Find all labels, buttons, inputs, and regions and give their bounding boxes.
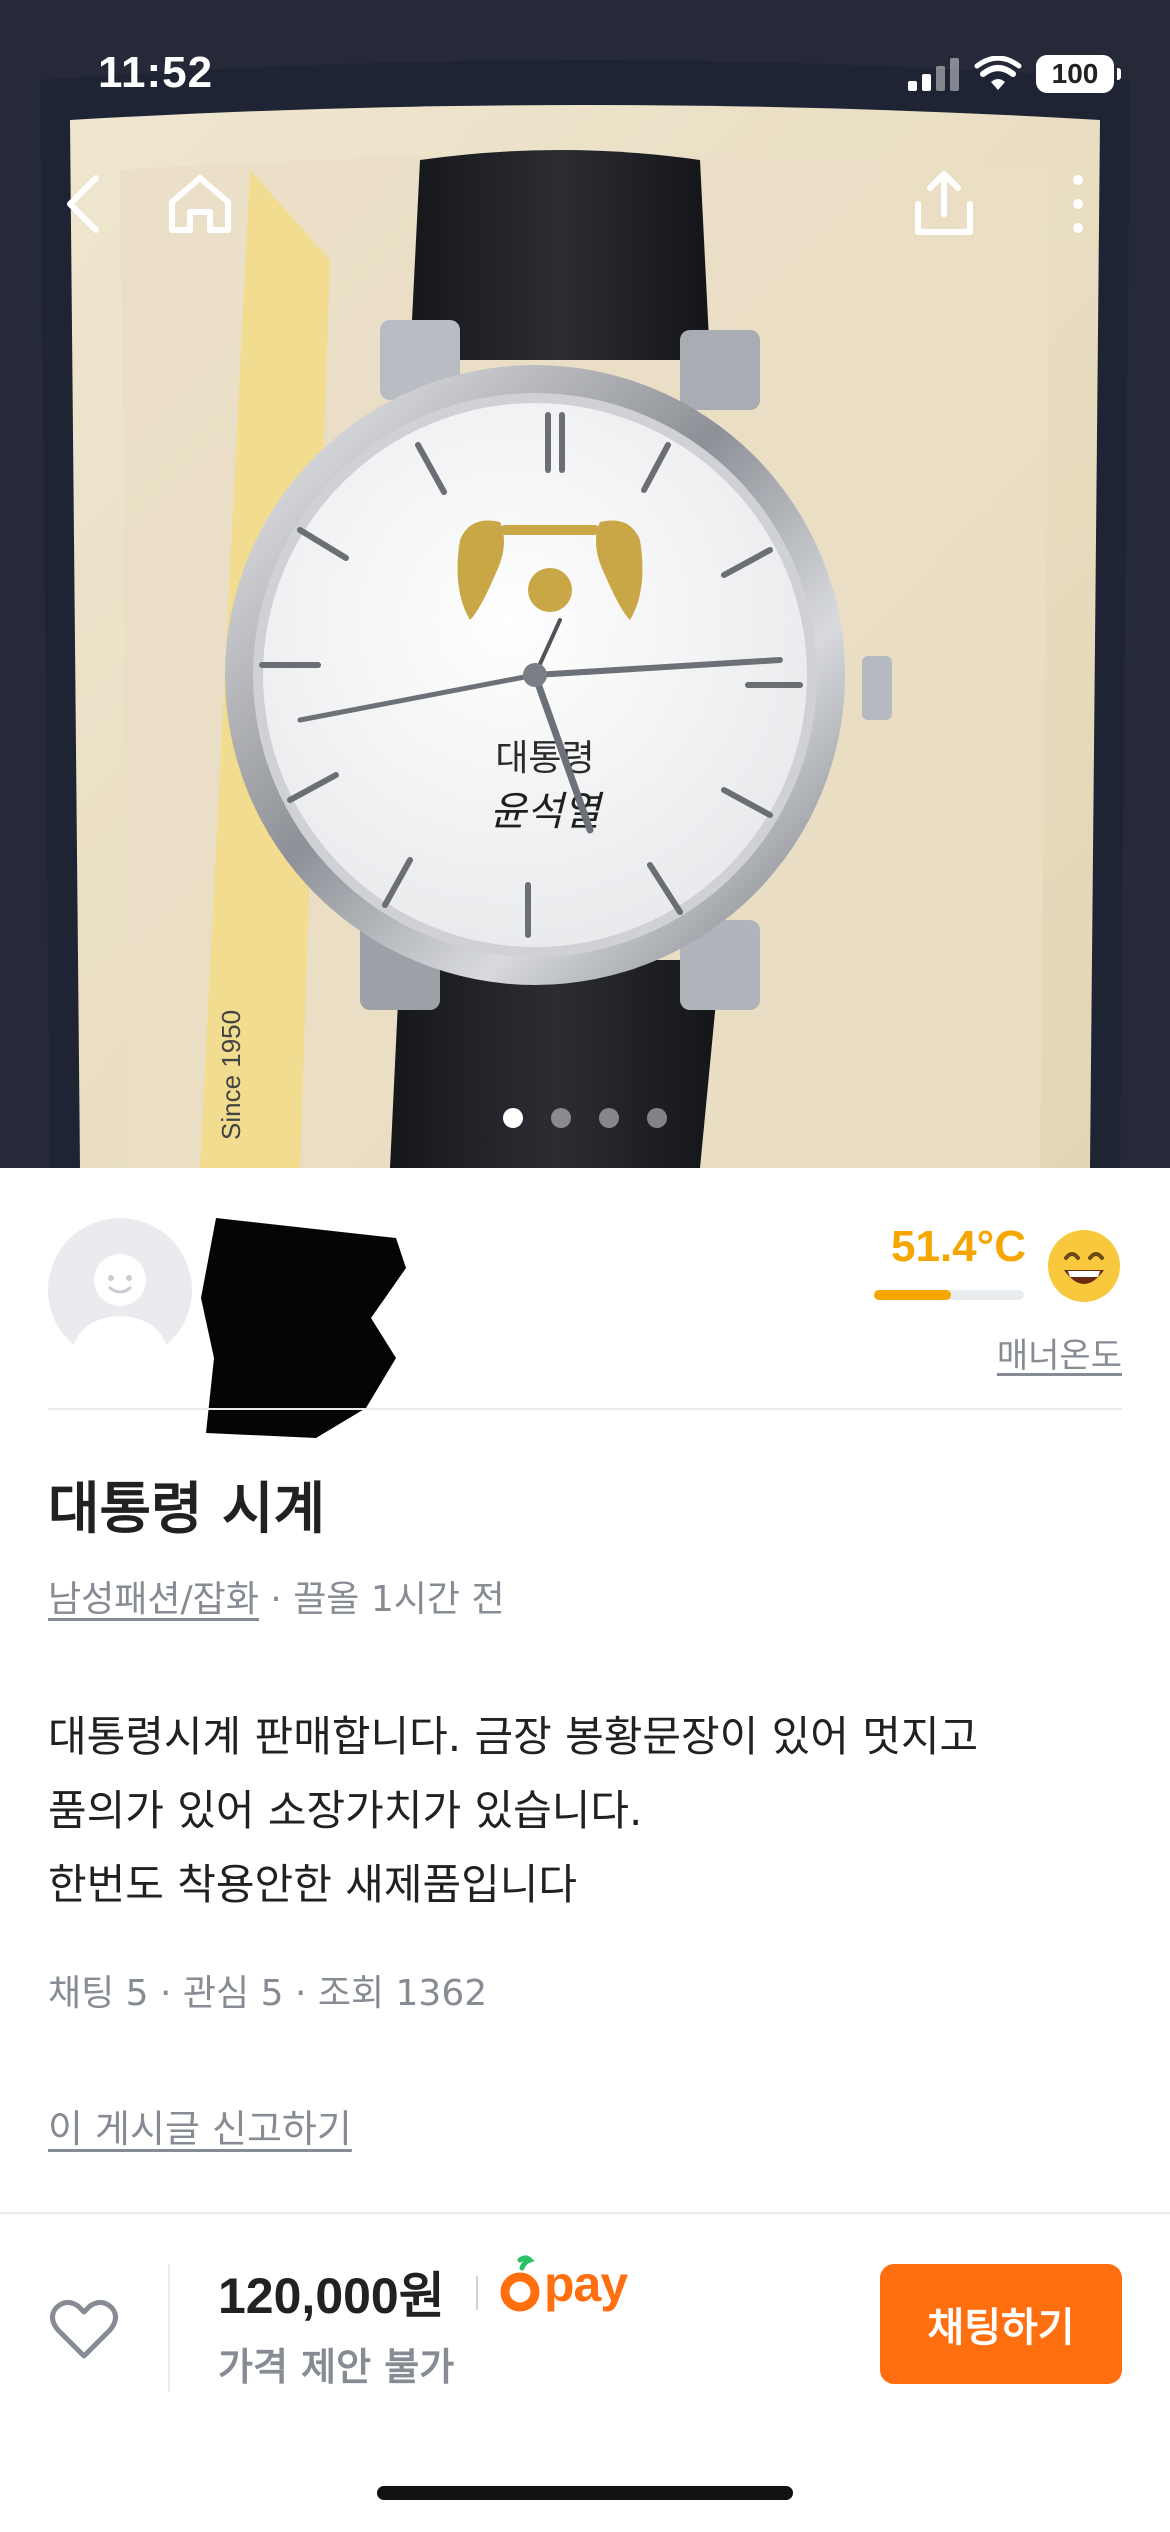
chat-button[interactable]: 채팅하기: [880, 2264, 1122, 2384]
wifi-icon: [974, 56, 1022, 90]
status-icons: 100: [908, 54, 1121, 94]
manner-temperature-bar: [874, 1290, 1024, 1300]
more-options-button[interactable]: [1042, 168, 1114, 240]
item-category-link[interactable]: 남성패션/잡화: [48, 1579, 259, 1620]
share-icon: [915, 171, 973, 235]
grinning-face-icon: [1048, 1230, 1120, 1302]
description-line: 품의가 있어 소장가치가 있습니다.: [48, 1786, 643, 1835]
description-line: 대통령시계 판매합니다. 금장 봉황문장이 있어 멋지고: [48, 1712, 979, 1761]
manner-temperature-fill: [874, 1290, 952, 1300]
carousel-dot[interactable]: [503, 1108, 523, 1128]
cellular-signal-icon: [908, 58, 959, 91]
carrot-pay-icon: [500, 2255, 540, 2312]
status-time: 11:52: [98, 48, 214, 97]
default-avatar-icon: [70, 1254, 170, 1362]
pay-badge: pay: [500, 2252, 628, 2316]
avatar[interactable]: [48, 1218, 192, 1362]
item-price: 120,000원: [218, 2268, 445, 2324]
carousel-dot[interactable]: [599, 1108, 619, 1128]
more-vertical-icon: [1073, 175, 1083, 233]
item-title: 대통령 시계: [48, 1477, 326, 1542]
manner-temperature-label[interactable]: 매너온도: [997, 1328, 1122, 1377]
seller-profile[interactable]: 51.4°C 매너온도: [48, 1218, 1122, 1438]
vertical-divider: [168, 2264, 170, 2392]
status-bar: 11:52 100: [0, 0, 1170, 140]
home-indicator: [377, 2486, 793, 2500]
item-posted-time: · 끌올 1시간 전: [258, 1579, 505, 1620]
carousel-dot[interactable]: [647, 1108, 667, 1128]
pay-label: pay: [544, 2256, 628, 2312]
chevron-left-icon: [67, 175, 99, 233]
price-divider: [476, 2276, 478, 2310]
report-post-link[interactable]: 이 게시글 신고하기: [48, 2098, 352, 2153]
divider: [48, 1408, 1122, 1410]
redacted-seller-name: [201, 1218, 406, 1438]
heart-icon[interactable]: [48, 2294, 120, 2366]
carousel-dot[interactable]: [551, 1108, 571, 1128]
price-negotiation-status: 가격 제안 불가: [218, 2345, 455, 2389]
dial-text-title: 대통령: [495, 738, 594, 779]
description-line: 한번도 착용안한 새제품입니다: [48, 1860, 578, 1909]
item-stats: 채팅 5 · 관심 5 · 조회 1362: [48, 1973, 488, 2014]
manner-temperature-value: 51.4°C: [890, 1222, 1026, 1271]
battery-icon: 100: [1036, 55, 1121, 93]
home-icon: [169, 175, 231, 233]
bottom-action-bar: 120,000원 pay 가격 제안 불가 채팅하기: [0, 2212, 1170, 2532]
product-photo-carousel[interactable]: Since 1950 대통령 윤석열 11:52 100: [0, 0, 1170, 1168]
share-button[interactable]: [908, 168, 980, 240]
item-meta: 남성패션/잡화 · 끌올 1시간 전: [48, 1570, 505, 1622]
item-description: 대통령시계 판매합니다. 금장 봉황문장이 있어 멋지고 품의가 있어 소장가치…: [48, 1700, 1122, 1922]
back-button[interactable]: [48, 168, 120, 240]
carousel-indicator: [0, 1108, 1170, 1128]
home-button[interactable]: [164, 168, 236, 240]
